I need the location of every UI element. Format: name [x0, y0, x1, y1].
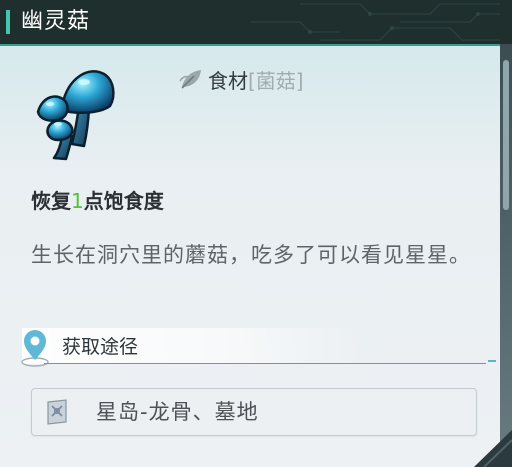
- header-accent-bar: [6, 10, 10, 34]
- corner-decoration: [474, 430, 512, 467]
- scrollbar-thumb[interactable]: [503, 60, 509, 210]
- leaf-icon: [179, 70, 201, 89]
- effect-prefix: 恢复: [31, 189, 71, 213]
- category-main: 食材: [208, 68, 248, 93]
- item-effect: 恢复1点饱食度: [31, 186, 164, 216]
- effect-suffix: 点饱食度: [83, 189, 164, 213]
- obtain-label: 获取途径: [62, 336, 139, 358]
- map-fragment-icon: [47, 399, 67, 425]
- obtain-divider: [44, 363, 486, 364]
- header-bar: 幽灵菇: [0, 0, 512, 44]
- blue-mushroom-icon: [36, 70, 115, 161]
- item-description: 生长在洞穴里的蘑菇，吃多了可以看见星星。: [31, 243, 471, 267]
- source-text: 星岛-龙骨、墓地: [96, 400, 259, 424]
- item-category: 食材 [菌菇]: [178, 64, 304, 94]
- header-divider: [0, 44, 512, 46]
- obtain-source-entry[interactable]: 星岛-龙骨、墓地: [31, 388, 477, 436]
- item-name: 幽灵菇: [21, 9, 91, 34]
- category-sub: [菌菇]: [248, 68, 304, 93]
- effect-value: 1: [71, 189, 84, 213]
- location-pin-icon: [21, 330, 49, 367]
- obtain-divider-tick: [488, 360, 496, 362]
- item-detail-card: 幽灵菇 食材 [菌菇] 恢复1点饱食度 生长在洞穴里的蘑菇，吃多了可以看见星星。…: [0, 0, 512, 467]
